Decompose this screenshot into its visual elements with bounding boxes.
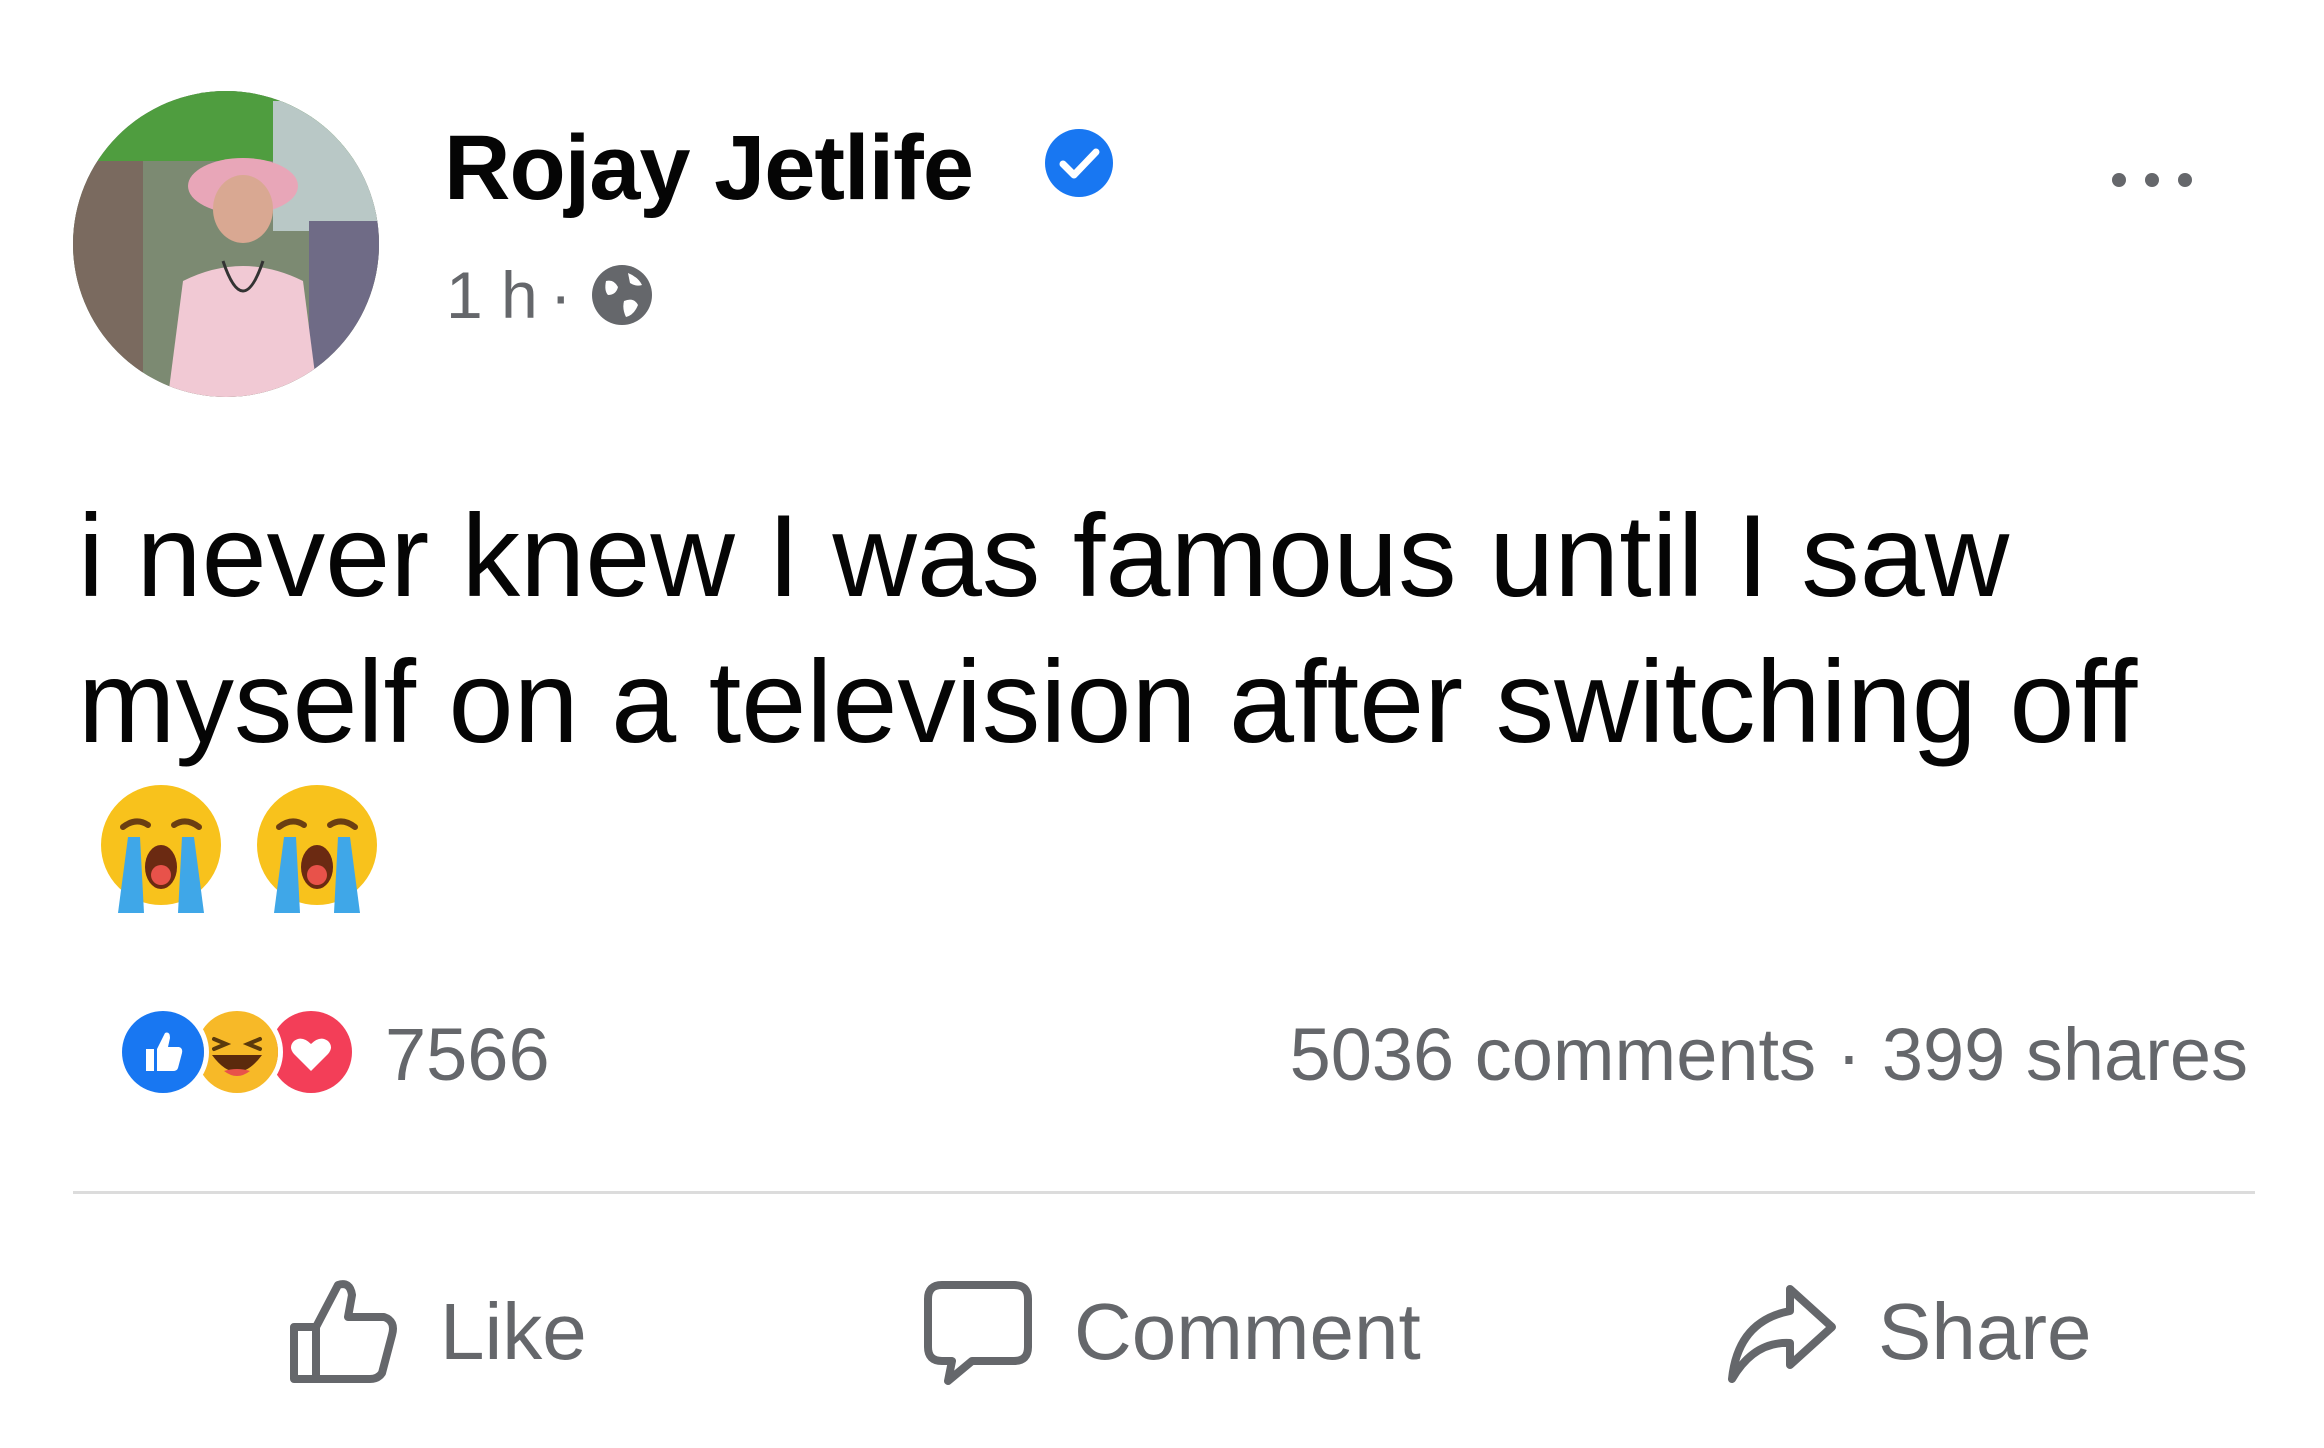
loudly-crying-face-icon <box>101 785 221 913</box>
loudly-crying-face-icon <box>257 785 377 913</box>
reaction-icons[interactable] <box>117 1006 357 1098</box>
like-button[interactable]: Like <box>280 1262 587 1402</box>
meta-separator: · <box>549 258 572 332</box>
author-name[interactable]: Rojay Jetlife <box>444 117 974 219</box>
like-label: Like <box>440 1287 587 1376</box>
like-reaction-icon <box>117 1006 209 1098</box>
globe-icon <box>591 265 652 325</box>
post-meta: 1 h · <box>446 255 656 335</box>
shares-count[interactable]: 399 shares <box>1882 1013 2248 1096</box>
share-button[interactable]: Share <box>1718 1262 2091 1402</box>
share-arrow-icon <box>1728 1285 1836 1383</box>
engagement-counts: 5036 comments · 399 shares <box>1290 1010 2248 1100</box>
more-dot <box>2145 173 2159 187</box>
thumbs-up-icon <box>290 1280 397 1383</box>
post-time[interactable]: 1 h <box>446 257 538 333</box>
divider <box>73 1191 2255 1194</box>
more-options-icon[interactable] <box>2112 160 2192 200</box>
facebook-post: Rojay Jetlife 1 h · i never knew I was f… <box>0 0 2324 1448</box>
author-avatar[interactable] <box>73 91 379 397</box>
post-content: i never knew I was famous until I saw my… <box>78 483 2278 926</box>
reaction-count[interactable]: 7566 <box>385 1010 550 1100</box>
verified-badge-icon <box>1045 129 1113 197</box>
comment-label: Comment <box>1074 1287 1421 1376</box>
comment-bubble-icon <box>924 1281 1032 1385</box>
comment-button[interactable]: Comment <box>914 1262 1421 1402</box>
comments-count[interactable]: 5036 comments <box>1290 1013 1817 1096</box>
more-dot <box>2112 173 2126 187</box>
counts-separator: · <box>1836 1013 1862 1096</box>
more-dot <box>2178 173 2192 187</box>
post-text: i never knew I was famous until I saw my… <box>78 490 2138 767</box>
share-label: Share <box>1878 1287 2092 1376</box>
